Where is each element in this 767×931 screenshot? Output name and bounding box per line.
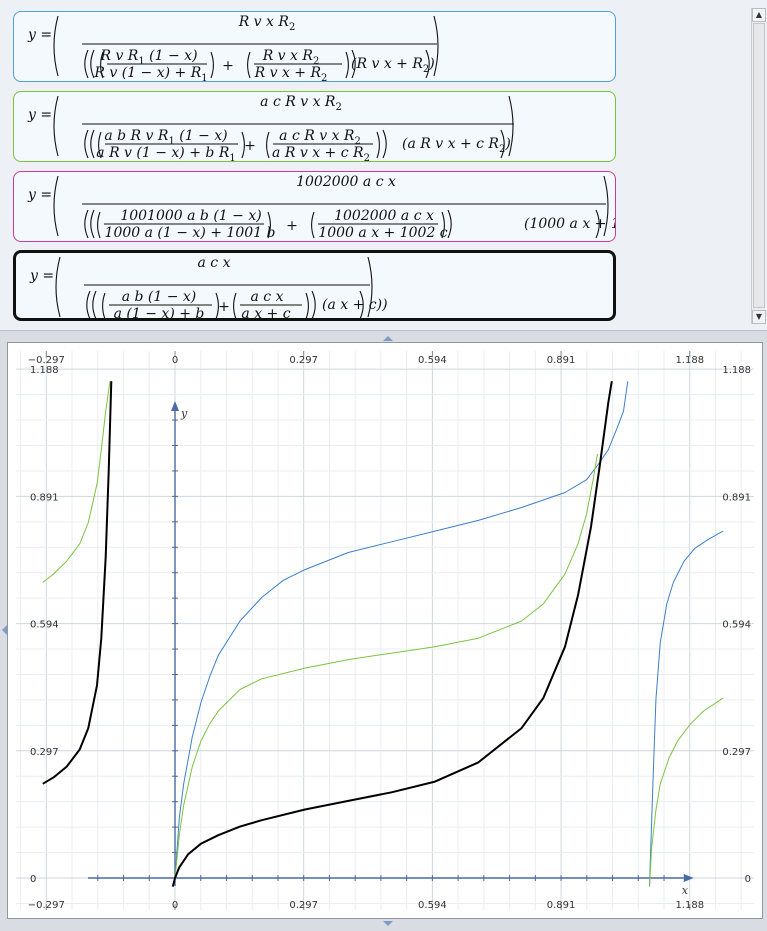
term1-denominator: 1000 a (1 − x) + 1001 b bbox=[105, 225, 276, 241]
equation-box-4[interactable]: y = a c xa b (1 − x) a (1 − x) + b + a c xa … bbox=[13, 250, 616, 321]
y-tick-label-right: 0.297 bbox=[722, 747, 751, 758]
term1-left-paren bbox=[102, 292, 106, 318]
equation-box-3[interactable]: y = 1002000 a c x 1001000 a b (1 − x) 1000 … bbox=[13, 171, 616, 242]
term1-numerator: 1001000 a b (1 − x) bbox=[120, 208, 261, 224]
big-left-paren bbox=[55, 256, 61, 318]
y-tick-label-right: 0.594 bbox=[722, 620, 751, 631]
plot-canvas[interactable]: −0.297 −0.297 0 0 0.297 0.297 0.594 0.594 0.891 0… bbox=[7, 342, 763, 919]
equation-lhs: y = bbox=[27, 27, 52, 43]
term1-denominator: R v (1 − x) + R1 bbox=[93, 65, 207, 82]
term2-denominator: a R v x + c R2 bbox=[272, 145, 370, 162]
scroll-thumb[interactable] bbox=[753, 23, 765, 308]
equation-lhs: y = bbox=[27, 187, 52, 203]
splitter-top-handle-icon[interactable] bbox=[383, 336, 393, 341]
denominator-tail-factor: (R v x + R2) bbox=[351, 56, 435, 75]
x-tick-label-bottom: 0.891 bbox=[547, 900, 576, 911]
plus-sign: + bbox=[244, 138, 256, 154]
scroll-up-icon[interactable]: ▲ bbox=[752, 8, 766, 22]
inner-left-paren bbox=[92, 290, 97, 318]
term2-left-paren bbox=[247, 51, 251, 79]
term1-left-paren bbox=[97, 211, 101, 239]
term2-left-paren bbox=[266, 131, 270, 159]
term2-right-paren bbox=[345, 51, 349, 79]
term2-denominator: 1000 a x + 1002 c bbox=[318, 225, 447, 241]
term1-denominator: a R v (1 − x) + b R1 bbox=[96, 145, 235, 162]
y-tick-label-left: 1.188 bbox=[30, 365, 59, 376]
plus-sign: + bbox=[286, 218, 298, 234]
x-tick-label-bottom: 1.188 bbox=[675, 900, 704, 911]
inner-right-paren bbox=[447, 209, 452, 239]
x-tick-label-top: 0.891 bbox=[547, 355, 576, 366]
x-tick-label-top: 0 bbox=[172, 355, 178, 366]
inner-left-paren bbox=[90, 129, 95, 159]
bottom-resize-handle-icon[interactable] bbox=[383, 921, 393, 926]
y-tick-label-left: 0.891 bbox=[30, 492, 59, 503]
term2-right-paren bbox=[305, 292, 309, 318]
denominator-tail-factor: (1000 a x + 1002 c)) bbox=[524, 216, 616, 232]
big-left-paren bbox=[53, 175, 59, 237]
term2-right-paren bbox=[376, 131, 380, 159]
equation-box-2[interactable]: y = a c R v x R2 a b R v R1 (1 − x) a R v (… bbox=[13, 91, 616, 162]
numerator: a c R v x R2 bbox=[260, 94, 342, 113]
left-resize-handle-icon[interactable] bbox=[2, 625, 7, 635]
term2-left-paren bbox=[233, 292, 237, 318]
x-tick-label-top: 1.188 bbox=[675, 355, 704, 366]
x-tick-label-bottom: 0 bbox=[172, 900, 178, 911]
term2-numerator: a c x bbox=[251, 289, 284, 305]
plus-sign: + bbox=[218, 299, 230, 315]
term1-numerator: a b (1 − x) bbox=[122, 289, 197, 305]
x-axis-label: x bbox=[682, 884, 689, 897]
numerator: a c x bbox=[198, 255, 231, 271]
denominator-left-paren bbox=[84, 129, 89, 159]
term2-denominator: R v x + R2 bbox=[254, 65, 328, 82]
denominator-left-paren bbox=[86, 290, 91, 318]
denominator-tail-factor: (a x + c)) bbox=[322, 297, 388, 313]
x-tick-label-bottom: −0.297 bbox=[28, 900, 65, 911]
term2-left-paren bbox=[311, 211, 315, 239]
x-tick-label-bottom: 0.297 bbox=[289, 900, 318, 911]
y-tick-label-left: 0.594 bbox=[30, 620, 59, 631]
x-tick-label-bottom: 0.594 bbox=[418, 900, 447, 911]
plot-background bbox=[8, 343, 762, 918]
y-tick-label-right: 0 bbox=[745, 874, 751, 885]
x-tick-label-top: 0.594 bbox=[418, 355, 447, 366]
equation-box-1[interactable]: y = R v x R2 R v R1 (1 − x) R v (1 − x) + R… bbox=[13, 11, 616, 82]
numerator: 1002000 a c x bbox=[296, 174, 396, 190]
y-tick-label-right: 1.188 bbox=[722, 365, 751, 376]
scroll-down-icon[interactable]: ▼ bbox=[752, 310, 766, 324]
y-tick-label-left: 0 bbox=[30, 874, 36, 885]
equation-panel: y = R v x R2 R v R1 (1 − x) R v (1 − x) + R… bbox=[0, 0, 767, 331]
vertical-scrollbar[interactable]: ▲ ▼ bbox=[751, 8, 766, 324]
equation-lhs: y = bbox=[27, 107, 52, 123]
equation-lhs: y = bbox=[29, 268, 54, 284]
x-tick-label-top: 0.297 bbox=[289, 355, 318, 366]
y-tick-label-right: 0.891 bbox=[722, 492, 751, 503]
plus-sign: + bbox=[222, 58, 234, 74]
big-left-paren bbox=[53, 95, 59, 157]
inner-left-paren bbox=[90, 209, 95, 239]
term2-denominator: a x + c bbox=[241, 306, 290, 321]
y-axis-label: y bbox=[180, 407, 188, 420]
denominator-left-paren bbox=[84, 209, 89, 239]
term1-right-paren bbox=[210, 51, 214, 79]
plot-svg: −0.297−0.297000.2970.2970.5940.5940.8910… bbox=[8, 343, 762, 918]
numerator: R v x R2 bbox=[238, 14, 296, 33]
y-tick-label-left: 0.297 bbox=[30, 747, 59, 758]
inner-right-paren bbox=[382, 129, 387, 159]
inner-right-paren bbox=[311, 290, 316, 318]
big-left-paren bbox=[53, 15, 59, 77]
term2-numerator: 1002000 a c x bbox=[334, 208, 434, 224]
denominator-left-paren bbox=[84, 49, 89, 79]
denominator-tail-factor: (a R v x + c R2) bbox=[402, 136, 511, 155]
term1-denominator: a (1 − x) + b bbox=[114, 306, 205, 321]
